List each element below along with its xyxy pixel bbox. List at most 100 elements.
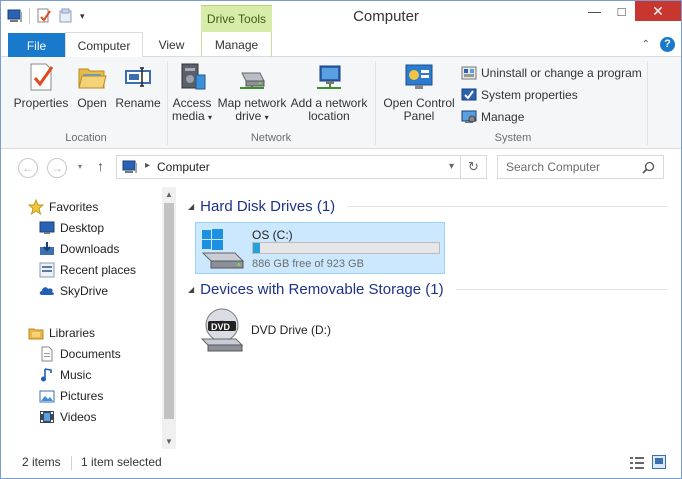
map-network-drive-button[interactable]: Map network drive ▾ <box>215 61 289 124</box>
ribbon-divider <box>375 61 376 145</box>
nav-libraries[interactable]: Libraries <box>28 325 95 341</box>
add-network-location-icon <box>317 65 341 89</box>
details-view-icon[interactable] <box>629 456 645 470</box>
nav-desktop[interactable]: Desktop <box>39 220 104 236</box>
drive-os-c[interactable]: OS (C:) 886 GB free of 923 GB <box>195 222 445 274</box>
add-network-location-button[interactable]: Add a network location <box>289 61 369 123</box>
forward-button[interactable]: → <box>47 158 67 178</box>
access-media-button[interactable]: Access media ▾ <box>169 61 215 124</box>
drive-tools-header: Drive Tools <box>201 5 272 32</box>
drive-name: OS (C:) <box>252 228 293 242</box>
music-icon <box>41 368 52 382</box>
minimize-icon[interactable]: — <box>581 1 608 21</box>
group-header-rule <box>455 289 668 290</box>
rename-icon <box>125 67 151 87</box>
nav-scrollbar[interactable]: ▲ ▼ <box>162 187 176 449</box>
access-media-dropdown-icon: ▾ <box>208 113 213 122</box>
window-controls: — □ ✕ <box>581 1 681 21</box>
breadcrumb-chevron-icon[interactable]: ▸ <box>145 160 150 171</box>
navigation-pane: Favorites Desktop Downloads Recent place… <box>1 187 176 449</box>
manage-icon <box>461 110 477 123</box>
window-title: Computer <box>353 8 419 25</box>
dvd-drive-d[interactable]: DVD DVD Drive (D:) <box>195 305 445 357</box>
map-network-drive-icon <box>240 72 265 89</box>
nav-favorites[interactable]: Favorites <box>27 198 98 216</box>
control-panel-icon <box>405 64 433 89</box>
tab-view[interactable]: View <box>143 32 200 57</box>
status-bar: 2 items 1 item selected <box>1 449 681 478</box>
nav-downloads[interactable]: Downloads <box>39 241 119 257</box>
hard-disk-group-header[interactable]: ◢ Hard Disk Drives (1) <box>188 198 668 215</box>
network-group-label: Network <box>250 132 292 144</box>
pictures-icon <box>39 390 55 403</box>
tab-file[interactable]: File <box>8 33 65 57</box>
network-group: Access media ▾ Map network drive ▾ Add a… <box>169 59 373 147</box>
search-input[interactable]: Search Computer <box>497 155 664 179</box>
nav-videos[interactable]: Videos <box>39 409 96 425</box>
address-dropdown-icon[interactable]: ▾ <box>449 161 454 172</box>
scroll-thumb[interactable] <box>164 203 174 419</box>
collapse-icon[interactable]: ◢ <box>188 202 194 211</box>
drive-free-space: 886 GB free of 923 GB <box>252 258 364 270</box>
computer-location-icon <box>122 160 137 173</box>
drive-usage-fill <box>253 243 261 253</box>
open-button[interactable]: Open <box>71 61 113 110</box>
recent-locations-icon[interactable]: ▾ <box>78 162 82 171</box>
explorer-window: ▾ Drive Tools Computer — □ ✕ File Comput… <box>0 0 682 479</box>
collapse-icon[interactable]: ◢ <box>188 285 194 294</box>
help-icon[interactable]: ? <box>660 37 675 52</box>
open-folder-icon <box>78 68 107 89</box>
ribbon-right-controls: ⌃ ? <box>642 37 675 52</box>
system-group-label: System <box>494 132 532 144</box>
ribbon-tabs: File Computer View Manage ⌃ ? <box>1 32 681 58</box>
address-bar-row: ← → ▾ ↑ ▸ Computer ▾ ↻ Search Computer <box>1 149 681 187</box>
map-drive-dropdown-icon: ▾ <box>264 113 269 122</box>
properties-button[interactable]: Properties <box>11 61 71 110</box>
drive-usage-bar <box>252 242 440 254</box>
item-count: 2 items <box>22 455 61 469</box>
uninstall-program-button[interactable]: Uninstall or change a program <box>461 65 642 81</box>
scroll-up-icon[interactable]: ▲ <box>162 190 176 199</box>
removable-group-header[interactable]: ◢ Devices with Removable Storage (1) <box>188 281 668 298</box>
search-placeholder: Search Computer <box>506 160 601 174</box>
quick-access-toolbar: ▾ <box>7 8 85 24</box>
nav-recent-places[interactable]: Recent places <box>39 262 136 278</box>
rename-button[interactable]: Rename <box>113 61 163 110</box>
system-properties-button[interactable]: System properties <box>461 87 578 103</box>
collapse-ribbon-icon[interactable]: ⌃ <box>642 39 650 50</box>
nav-pictures[interactable]: Pictures <box>39 388 103 404</box>
computer-icon[interactable] <box>7 8 23 24</box>
recent-places-icon <box>39 262 55 278</box>
breadcrumb[interactable]: Computer <box>157 160 210 174</box>
scroll-down-icon[interactable]: ▼ <box>162 437 176 446</box>
new-folder-qat-icon[interactable] <box>58 8 74 24</box>
videos-icon <box>40 411 54 423</box>
back-button[interactable]: ← <box>18 158 38 178</box>
large-icons-view-icon[interactable] <box>652 455 666 469</box>
properties-qat-icon[interactable] <box>36 8 52 24</box>
title-bar: ▾ Drive Tools Computer — □ ✕ <box>1 1 681 32</box>
tab-manage[interactable]: Manage <box>201 32 272 57</box>
access-media-icon <box>181 63 206 90</box>
maximize-icon[interactable]: □ <box>608 1 635 21</box>
address-box[interactable]: ▸ Computer ▾ <box>116 155 461 179</box>
refresh-button[interactable]: ↻ <box>461 155 487 179</box>
up-icon[interactable]: ↑ <box>97 158 104 174</box>
libraries-icon <box>28 328 44 340</box>
drive-name: DVD Drive (D:) <box>251 323 331 337</box>
ribbon-divider <box>167 61 168 145</box>
qat-divider <box>29 8 30 24</box>
properties-icon <box>30 63 54 91</box>
windows-drive-icon <box>201 229 245 269</box>
manage-button[interactable]: Manage <box>461 109 524 125</box>
group-header-rule <box>347 206 668 207</box>
qat-dropdown-icon[interactable]: ▾ <box>80 11 85 22</box>
nav-documents[interactable]: Documents <box>39 346 121 362</box>
nav-music[interactable]: Music <box>39 367 91 383</box>
open-control-panel-button[interactable]: Open Control Panel <box>381 61 457 123</box>
location-group-label: Location <box>65 132 107 144</box>
close-icon[interactable]: ✕ <box>635 1 681 21</box>
tab-computer[interactable]: Computer <box>65 32 143 58</box>
search-icon <box>642 161 655 174</box>
nav-skydrive[interactable]: SkyDrive <box>39 283 108 299</box>
